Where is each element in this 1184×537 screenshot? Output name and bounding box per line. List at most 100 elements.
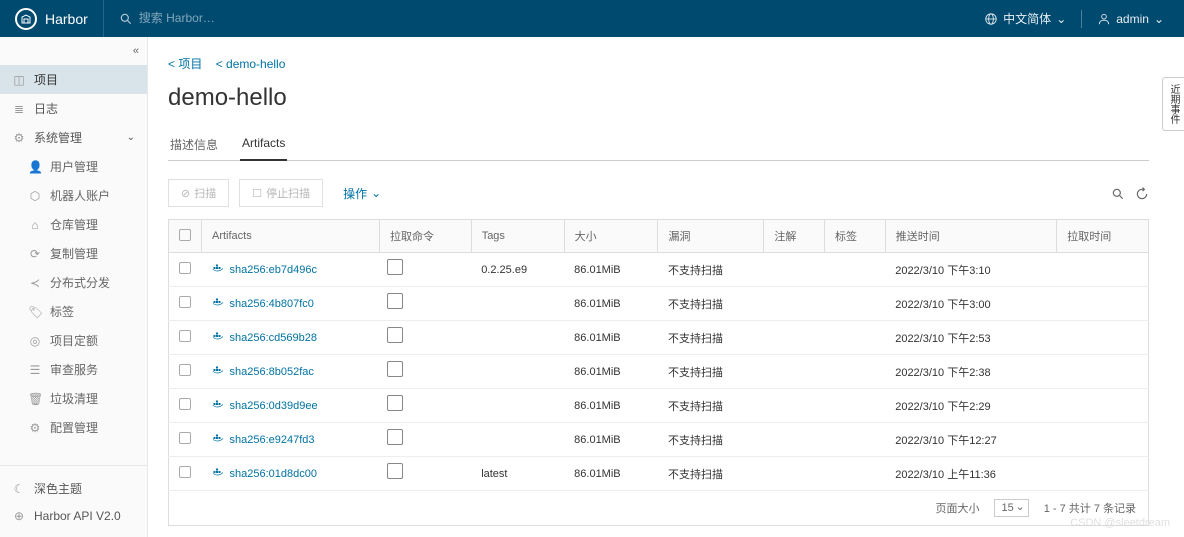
repo-icon: ⌂ [28, 218, 42, 232]
sidebar-item-logs[interactable]: ≣ 日志 [0, 94, 147, 123]
table-row: sha256:01d8dc00 latest 86.01MiB 不支持扫描 20… [169, 457, 1149, 491]
user-menu[interactable]: admin ⌄ [1097, 12, 1164, 26]
pull-time-cell [1057, 287, 1149, 321]
tags-cell [471, 389, 564, 423]
row-checkbox[interactable] [179, 398, 191, 410]
copy-icon[interactable] [389, 295, 403, 309]
pagination-range: 1 - 7 共计 7 条记录 [1044, 500, 1136, 516]
artifact-link[interactable]: sha256:0d39d9ee [212, 398, 370, 413]
tag-icon: 🏷 [28, 305, 42, 319]
sidebar-item-config[interactable]: ⚙配置管理 [0, 413, 147, 442]
vuln-cell: 不支持扫描 [658, 457, 764, 491]
audit-icon: ☰ [28, 363, 42, 377]
theme-toggle[interactable]: ☾深色主题 [0, 474, 147, 503]
sidebar-item-label: 日志 [34, 100, 58, 117]
docker-icon [212, 398, 224, 413]
main-content: 近期事件 < 项目 < demo-hello demo-hello 描述信息 A… [148, 37, 1184, 537]
row-checkbox[interactable] [179, 466, 191, 478]
button-label: 扫描 [194, 185, 216, 201]
sidebar-item-label: 审查服务 [50, 361, 98, 378]
scan-button[interactable]: ⊘ 扫描 [168, 179, 229, 207]
row-checkbox[interactable] [179, 296, 191, 308]
table-row: sha256:e9247fd3 86.01MiB 不支持扫描 2022/3/10… [169, 423, 1149, 457]
sidebar-item-label: 标签 [50, 303, 74, 320]
column-header[interactable]: 大小 [564, 220, 658, 253]
sidebar-item-projects[interactable]: ◫ 项目 [0, 65, 147, 94]
recent-events-tab[interactable]: 近期事件 [1162, 77, 1184, 131]
sidebar-item-users[interactable]: 👤用户管理 [0, 152, 147, 181]
copy-icon[interactable] [389, 363, 403, 377]
docker-icon [212, 296, 224, 311]
page-size-select[interactable]: 15 [994, 499, 1028, 517]
copy-icon[interactable] [389, 329, 403, 343]
row-checkbox[interactable] [179, 432, 191, 444]
sidebar-item-robots[interactable]: ⬡机器人账户 [0, 181, 147, 210]
column-header[interactable]: Artifacts [202, 220, 380, 253]
labels-cell [825, 253, 886, 287]
admin-icon: ⚙ [12, 131, 26, 145]
tab-info[interactable]: 描述信息 [168, 130, 220, 161]
artifact-link[interactable]: sha256:4b807fc0 [212, 296, 370, 311]
copy-icon[interactable] [389, 431, 403, 445]
sidebar-item-registries[interactable]: ⌂仓库管理 [0, 210, 147, 239]
copy-icon[interactable] [389, 397, 403, 411]
breadcrumb-link[interactable]: < demo-hello [216, 57, 286, 71]
share-icon: ≺ [28, 276, 42, 290]
row-checkbox[interactable] [179, 364, 191, 376]
stop-scan-button[interactable]: ☐ 停止扫描 [239, 179, 323, 207]
sidebar-item-distribution[interactable]: ≺分布式分发 [0, 268, 147, 297]
artifact-link[interactable]: sha256:01d8dc00 [212, 466, 370, 481]
sidebar-item-admin[interactable]: ⚙ 系统管理 ⌄ [0, 123, 147, 152]
language-selector[interactable]: 中文简体 ⌄ [984, 10, 1066, 27]
annotations-cell [764, 457, 825, 491]
logo-section: Harbor [0, 0, 104, 37]
api-link[interactable]: ⊕Harbor API V2.0 [0, 503, 147, 529]
sidebar-item-replication[interactable]: ⟳复制管理 [0, 239, 147, 268]
refresh-icon[interactable] [1135, 185, 1149, 202]
api-icon: ⊕ [12, 509, 26, 523]
collapse-icon[interactable]: « [133, 45, 139, 57]
column-header[interactable]: 推送时间 [885, 220, 1057, 253]
tab-artifacts[interactable]: Artifacts [240, 130, 287, 161]
user-label: admin [1116, 12, 1149, 26]
row-checkbox[interactable] [179, 330, 191, 342]
gear-icon: ⚙ [28, 421, 42, 435]
artifact-link[interactable]: sha256:eb7d496c [212, 262, 370, 277]
user-icon [1097, 12, 1111, 26]
annotations-cell [764, 423, 825, 457]
artifact-link[interactable]: sha256:cd569b28 [212, 330, 370, 345]
brand-name: Harbor [45, 11, 88, 27]
column-header[interactable]: 拉取时间 [1057, 220, 1149, 253]
push-time-cell: 2022/3/10 上午11:36 [885, 457, 1057, 491]
size-cell: 86.01MiB [564, 355, 658, 389]
toolbar: ⊘ 扫描 ☐ 停止扫描 操作 ⌄ [168, 179, 1149, 207]
breadcrumb-link[interactable]: < 项目 [168, 57, 202, 71]
column-header[interactable]: 漏洞 [658, 220, 764, 253]
annotations-cell [764, 287, 825, 321]
tags-cell: 0.2.25.e9 [471, 253, 564, 287]
pull-time-cell [1057, 253, 1149, 287]
search-icon[interactable] [1111, 185, 1125, 202]
artifact-link[interactable]: sha256:e9247fd3 [212, 432, 370, 447]
page-size-label: 页面大小 [935, 500, 979, 516]
actions-dropdown[interactable]: 操作 ⌄ [343, 185, 381, 202]
digest-text: sha256:cd569b28 [230, 332, 317, 344]
sidebar-item-quotas[interactable]: ◎项目定额 [0, 326, 147, 355]
sidebar-item-audit[interactable]: ☰ 审查服务 [0, 355, 147, 384]
tags-cell: latest [471, 457, 564, 491]
size-cell: 86.01MiB [564, 253, 658, 287]
vuln-cell: 不支持扫描 [658, 287, 764, 321]
column-header[interactable]: Tags [471, 220, 564, 253]
select-all-checkbox[interactable] [179, 229, 191, 241]
row-checkbox[interactable] [179, 262, 191, 274]
sidebar-item-labels[interactable]: 🏷 标签 [0, 297, 147, 326]
copy-icon[interactable] [389, 261, 403, 275]
copy-icon[interactable] [389, 465, 403, 479]
docker-icon [212, 262, 224, 277]
artifact-link[interactable]: sha256:8b052fac [212, 364, 370, 379]
app-header: Harbor 中文简体 ⌄ admin ⌄ [0, 0, 1184, 37]
sidebar-item-gc[interactable]: 🗑垃圾清理 [0, 384, 147, 413]
annotations-cell [764, 321, 825, 355]
push-time-cell: 2022/3/10 下午12:27 [885, 423, 1057, 457]
search-input[interactable] [139, 11, 339, 25]
